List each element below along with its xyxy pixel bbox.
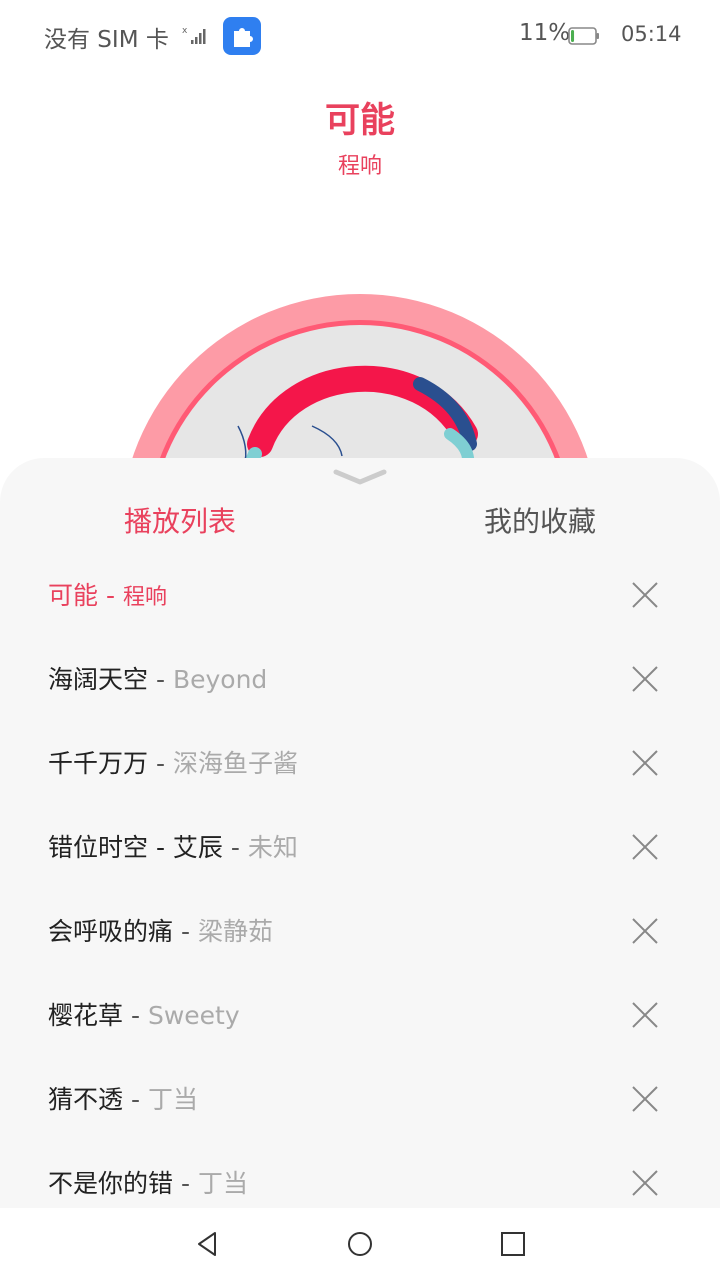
close-icon[interactable] <box>632 1086 658 1112</box>
track-name: 可能 <box>48 581 99 610</box>
track-name: 千千万万 <box>48 749 149 778</box>
track-separator: - <box>105 581 115 610</box>
track-label: 不是你的错 - 丁当 <box>48 1164 248 1200</box>
song-artist: 程响 <box>337 154 382 179</box>
track-label: 千千万万 - 深海鱼子酱 <box>48 744 298 780</box>
track-separator: - <box>230 833 240 862</box>
song-title: 可能 <box>324 101 395 141</box>
track-name: 不是你的错 <box>48 1169 174 1198</box>
chevron-down-icon[interactable] <box>330 466 390 488</box>
close-icon[interactable] <box>632 834 658 860</box>
track-item[interactable]: 千千万万 - 深海鱼子酱 <box>0 722 720 806</box>
clock: 05:14 <box>621 22 682 46</box>
track-item[interactable]: 可能 - 程响 <box>0 554 720 638</box>
track-artist: Sweety <box>147 1001 240 1030</box>
track-name: 猜不透 <box>48 1085 124 1114</box>
track-item[interactable]: 猜不透 - 丁当 <box>0 1058 720 1142</box>
track-artist: 未知 <box>247 833 298 862</box>
back-triangle-icon[interactable] <box>194 1230 222 1258</box>
track-item[interactable]: 错位时空 - 艾辰 - 未知 <box>0 806 720 890</box>
battery-icon <box>568 27 599 45</box>
navigation-bar <box>0 1208 720 1280</box>
track-name: 错位时空 - 艾辰 <box>48 833 223 862</box>
track-artist: 丁当 <box>197 1169 248 1198</box>
track-separator: - <box>180 917 190 946</box>
track-artist: 丁当 <box>147 1085 198 1114</box>
carrier-label: 没有 SIM 卡 <box>44 27 169 53</box>
track-item[interactable]: 会呼吸的痛 - 梁静茹 <box>0 890 720 974</box>
signal-no-sim-icon: x <box>182 26 206 44</box>
track-label: 会呼吸的痛 - 梁静茹 <box>48 912 273 948</box>
track-label: 可能 - 程响 <box>48 576 167 612</box>
track-artist: 程响 <box>122 585 167 610</box>
track-item[interactable]: 海阔天空 - Beyond <box>0 638 720 722</box>
close-icon[interactable] <box>632 582 658 608</box>
track-separator: - <box>130 1085 140 1114</box>
track-list: 可能 - 程响 海阔天空 - Beyond 千千万万 - 深海鱼子酱 错位时空 … <box>0 554 720 1208</box>
track-label: 樱花草 - Sweety <box>48 996 240 1032</box>
track-separator: - <box>130 1001 140 1030</box>
track-name: 樱花草 <box>48 1001 124 1030</box>
tab-playlist[interactable]: 播放列表 <box>0 500 360 540</box>
battery-percent: 11% <box>519 20 571 46</box>
close-icon[interactable] <box>632 1002 658 1028</box>
close-icon[interactable] <box>632 666 658 692</box>
track-separator: - <box>155 665 165 694</box>
track-artist: 梁静茹 <box>197 917 273 946</box>
track-name: 会呼吸的痛 <box>48 917 174 946</box>
track-label: 错位时空 - 艾辰 - 未知 <box>48 828 298 864</box>
tab-favorites[interactable]: 我的收藏 <box>360 500 720 540</box>
status-bar: 没有 SIM 卡 x 11% 05:14 <box>0 0 720 72</box>
track-label: 海阔天空 - Beyond <box>48 660 267 696</box>
close-icon[interactable] <box>632 750 658 776</box>
puzzle-icon <box>223 17 261 55</box>
track-separator: - <box>155 749 165 778</box>
close-icon[interactable] <box>632 918 658 944</box>
track-item[interactable]: 不是你的错 - 丁当 <box>0 1142 720 1208</box>
svg-text:x: x <box>182 26 188 36</box>
track-artist: 深海鱼子酱 <box>172 749 298 778</box>
track-artist: Beyond <box>172 665 268 694</box>
home-circle-icon[interactable] <box>346 1230 374 1258</box>
track-label: 猜不透 - 丁当 <box>48 1080 198 1116</box>
track-separator: - <box>180 1169 190 1198</box>
track-item[interactable]: 樱花草 - Sweety <box>0 974 720 1058</box>
track-name: 海阔天空 <box>48 665 149 694</box>
playlist-sheet: 播放列表 我的收藏 可能 - 程响 海阔天空 - Beyond 千千万万 - 深… <box>0 458 720 1208</box>
close-icon[interactable] <box>632 1170 658 1196</box>
recents-square-icon[interactable] <box>499 1230 527 1258</box>
